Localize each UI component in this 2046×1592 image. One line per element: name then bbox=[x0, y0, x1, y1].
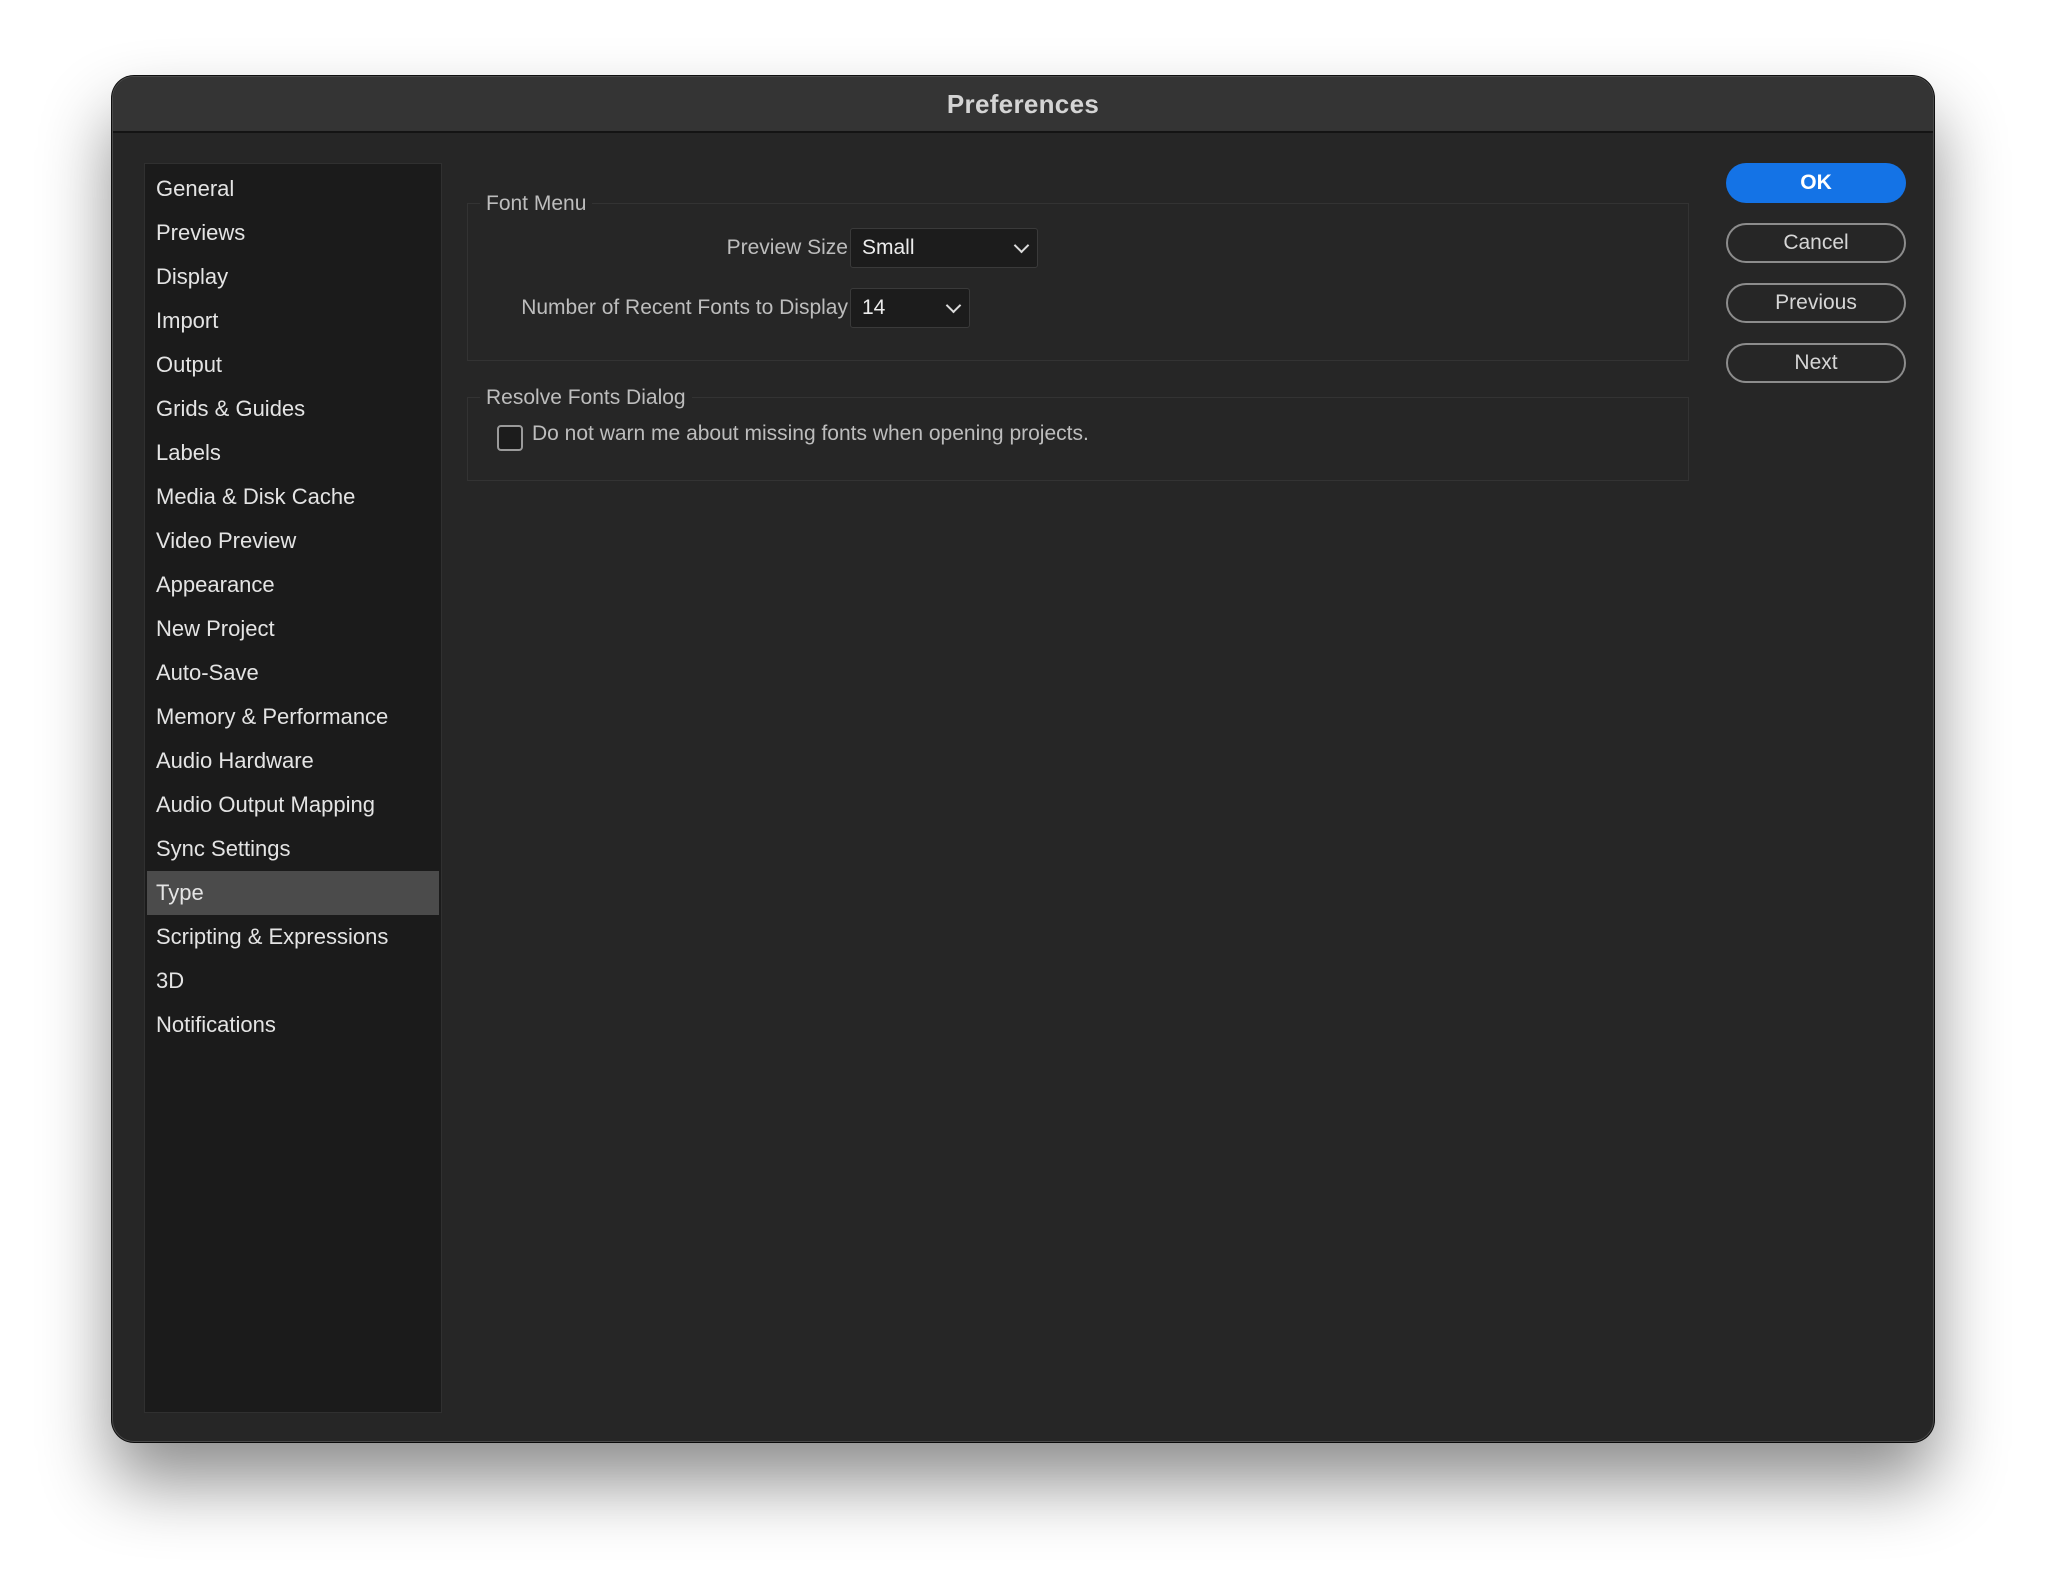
sidebar-item-type[interactable]: Type bbox=[147, 871, 439, 915]
sidebar-item-3d[interactable]: 3D bbox=[147, 959, 439, 1003]
font-menu-group: Font Menu Preview Size Small Number of R… bbox=[467, 187, 1689, 361]
sidebar-item-grids-guides[interactable]: Grids & Guides bbox=[147, 387, 439, 431]
preview-size-label: Preview Size bbox=[726, 236, 848, 259]
preview-size-value: Small bbox=[862, 236, 915, 259]
recent-fonts-select[interactable]: 14 bbox=[850, 288, 970, 328]
previous-button[interactable]: Previous bbox=[1726, 283, 1906, 323]
recent-fonts-label: Number of Recent Fonts to Display bbox=[521, 296, 848, 319]
recent-fonts-value: 14 bbox=[862, 296, 886, 319]
missing-fonts-warning-label[interactable]: Do not warn me about missing fonts when … bbox=[532, 422, 1089, 446]
recent-fonts-row: Number of Recent Fonts to Display bbox=[488, 288, 848, 328]
sidebar-item-video-preview[interactable]: Video Preview bbox=[147, 519, 439, 563]
cancel-button[interactable]: Cancel bbox=[1726, 223, 1906, 263]
preferences-sidebar: General Previews Display Import Output G… bbox=[144, 163, 442, 1413]
font-menu-legend: Font Menu bbox=[480, 187, 593, 221]
sidebar-item-sync-settings[interactable]: Sync Settings bbox=[147, 827, 439, 871]
preview-size-select[interactable]: Small bbox=[850, 228, 1038, 268]
sidebar-item-audio-output-mapping[interactable]: Audio Output Mapping bbox=[147, 783, 439, 827]
missing-fonts-warning-checkbox[interactable] bbox=[497, 425, 523, 451]
sidebar-item-previews[interactable]: Previews bbox=[147, 211, 439, 255]
resolve-fonts-legend: Resolve Fonts Dialog bbox=[480, 381, 692, 415]
title-bar[interactable]: Preferences bbox=[113, 77, 1933, 133]
sidebar-item-memory-performance[interactable]: Memory & Performance bbox=[147, 695, 439, 739]
chevron-down-icon bbox=[945, 297, 962, 314]
preferences-window: Preferences General Previews Display Imp… bbox=[112, 76, 1934, 1442]
sidebar-item-new-project[interactable]: New Project bbox=[147, 607, 439, 651]
sidebar-item-scripting-expressions[interactable]: Scripting & Expressions bbox=[147, 915, 439, 959]
sidebar-item-import[interactable]: Import bbox=[147, 299, 439, 343]
chevron-down-icon bbox=[1013, 237, 1030, 254]
preview-size-row: Preview Size bbox=[488, 228, 848, 268]
sidebar-item-notifications[interactable]: Notifications bbox=[147, 1003, 439, 1047]
sidebar-item-general[interactable]: General bbox=[147, 167, 439, 211]
window-title: Preferences bbox=[946, 88, 1100, 119]
sidebar-item-auto-save[interactable]: Auto-Save bbox=[147, 651, 439, 695]
sidebar-item-media-disk-cache[interactable]: Media & Disk Cache bbox=[147, 475, 439, 519]
ok-button[interactable]: OK bbox=[1726, 163, 1906, 203]
sidebar-item-appearance[interactable]: Appearance bbox=[147, 563, 439, 607]
sidebar-item-display[interactable]: Display bbox=[147, 255, 439, 299]
sidebar-item-labels[interactable]: Labels bbox=[147, 431, 439, 475]
next-button[interactable]: Next bbox=[1726, 343, 1906, 383]
sidebar-item-audio-hardware[interactable]: Audio Hardware bbox=[147, 739, 439, 783]
sidebar-item-output[interactable]: Output bbox=[147, 343, 439, 387]
resolve-fonts-group: Resolve Fonts Dialog Do not warn me abou… bbox=[467, 381, 1689, 481]
